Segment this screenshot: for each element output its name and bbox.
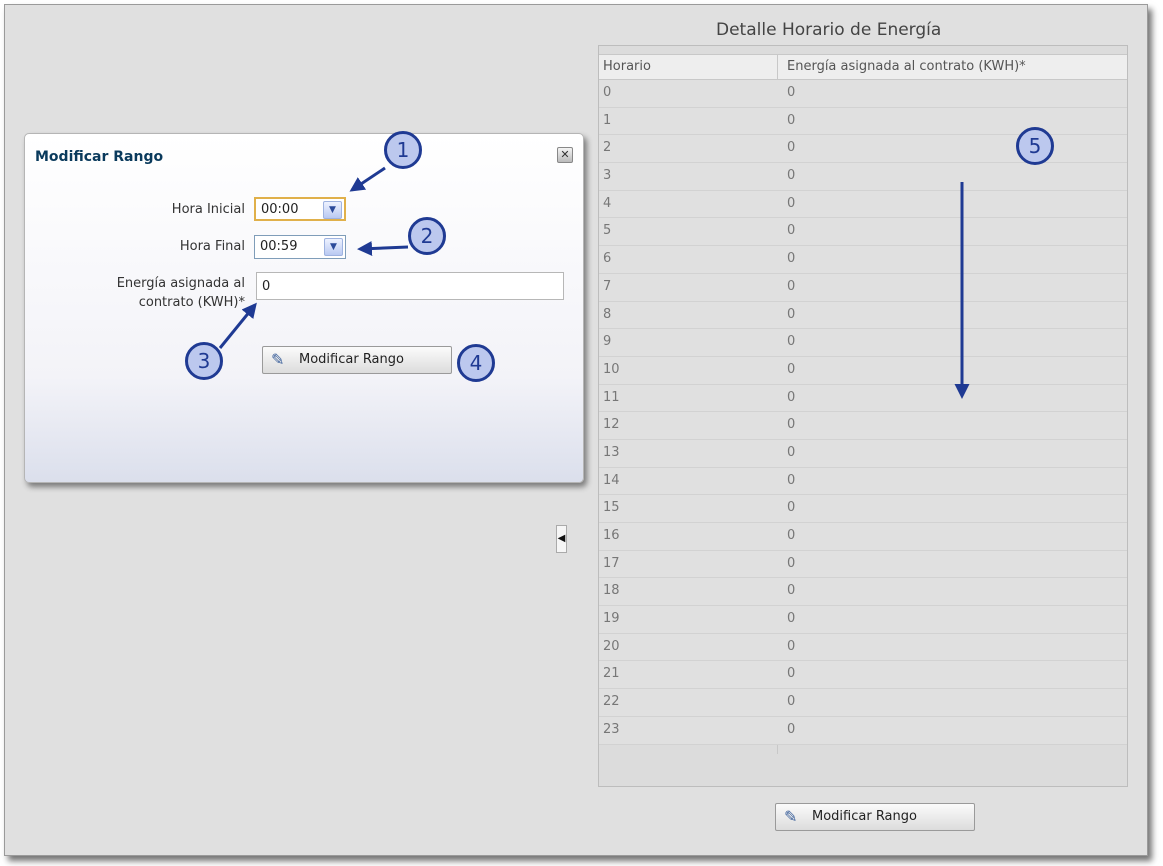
callout-5: 5 <box>1016 127 1054 165</box>
arrow-3 <box>218 302 257 349</box>
annotation-arrows <box>218 166 970 399</box>
callout-4: 4 <box>457 344 495 382</box>
arrow-2 <box>357 241 409 256</box>
callout-3: 3 <box>185 342 223 380</box>
arrow-1 <box>349 166 386 192</box>
callout-1: 1 <box>384 131 422 169</box>
callout-2: 2 <box>408 217 446 255</box>
